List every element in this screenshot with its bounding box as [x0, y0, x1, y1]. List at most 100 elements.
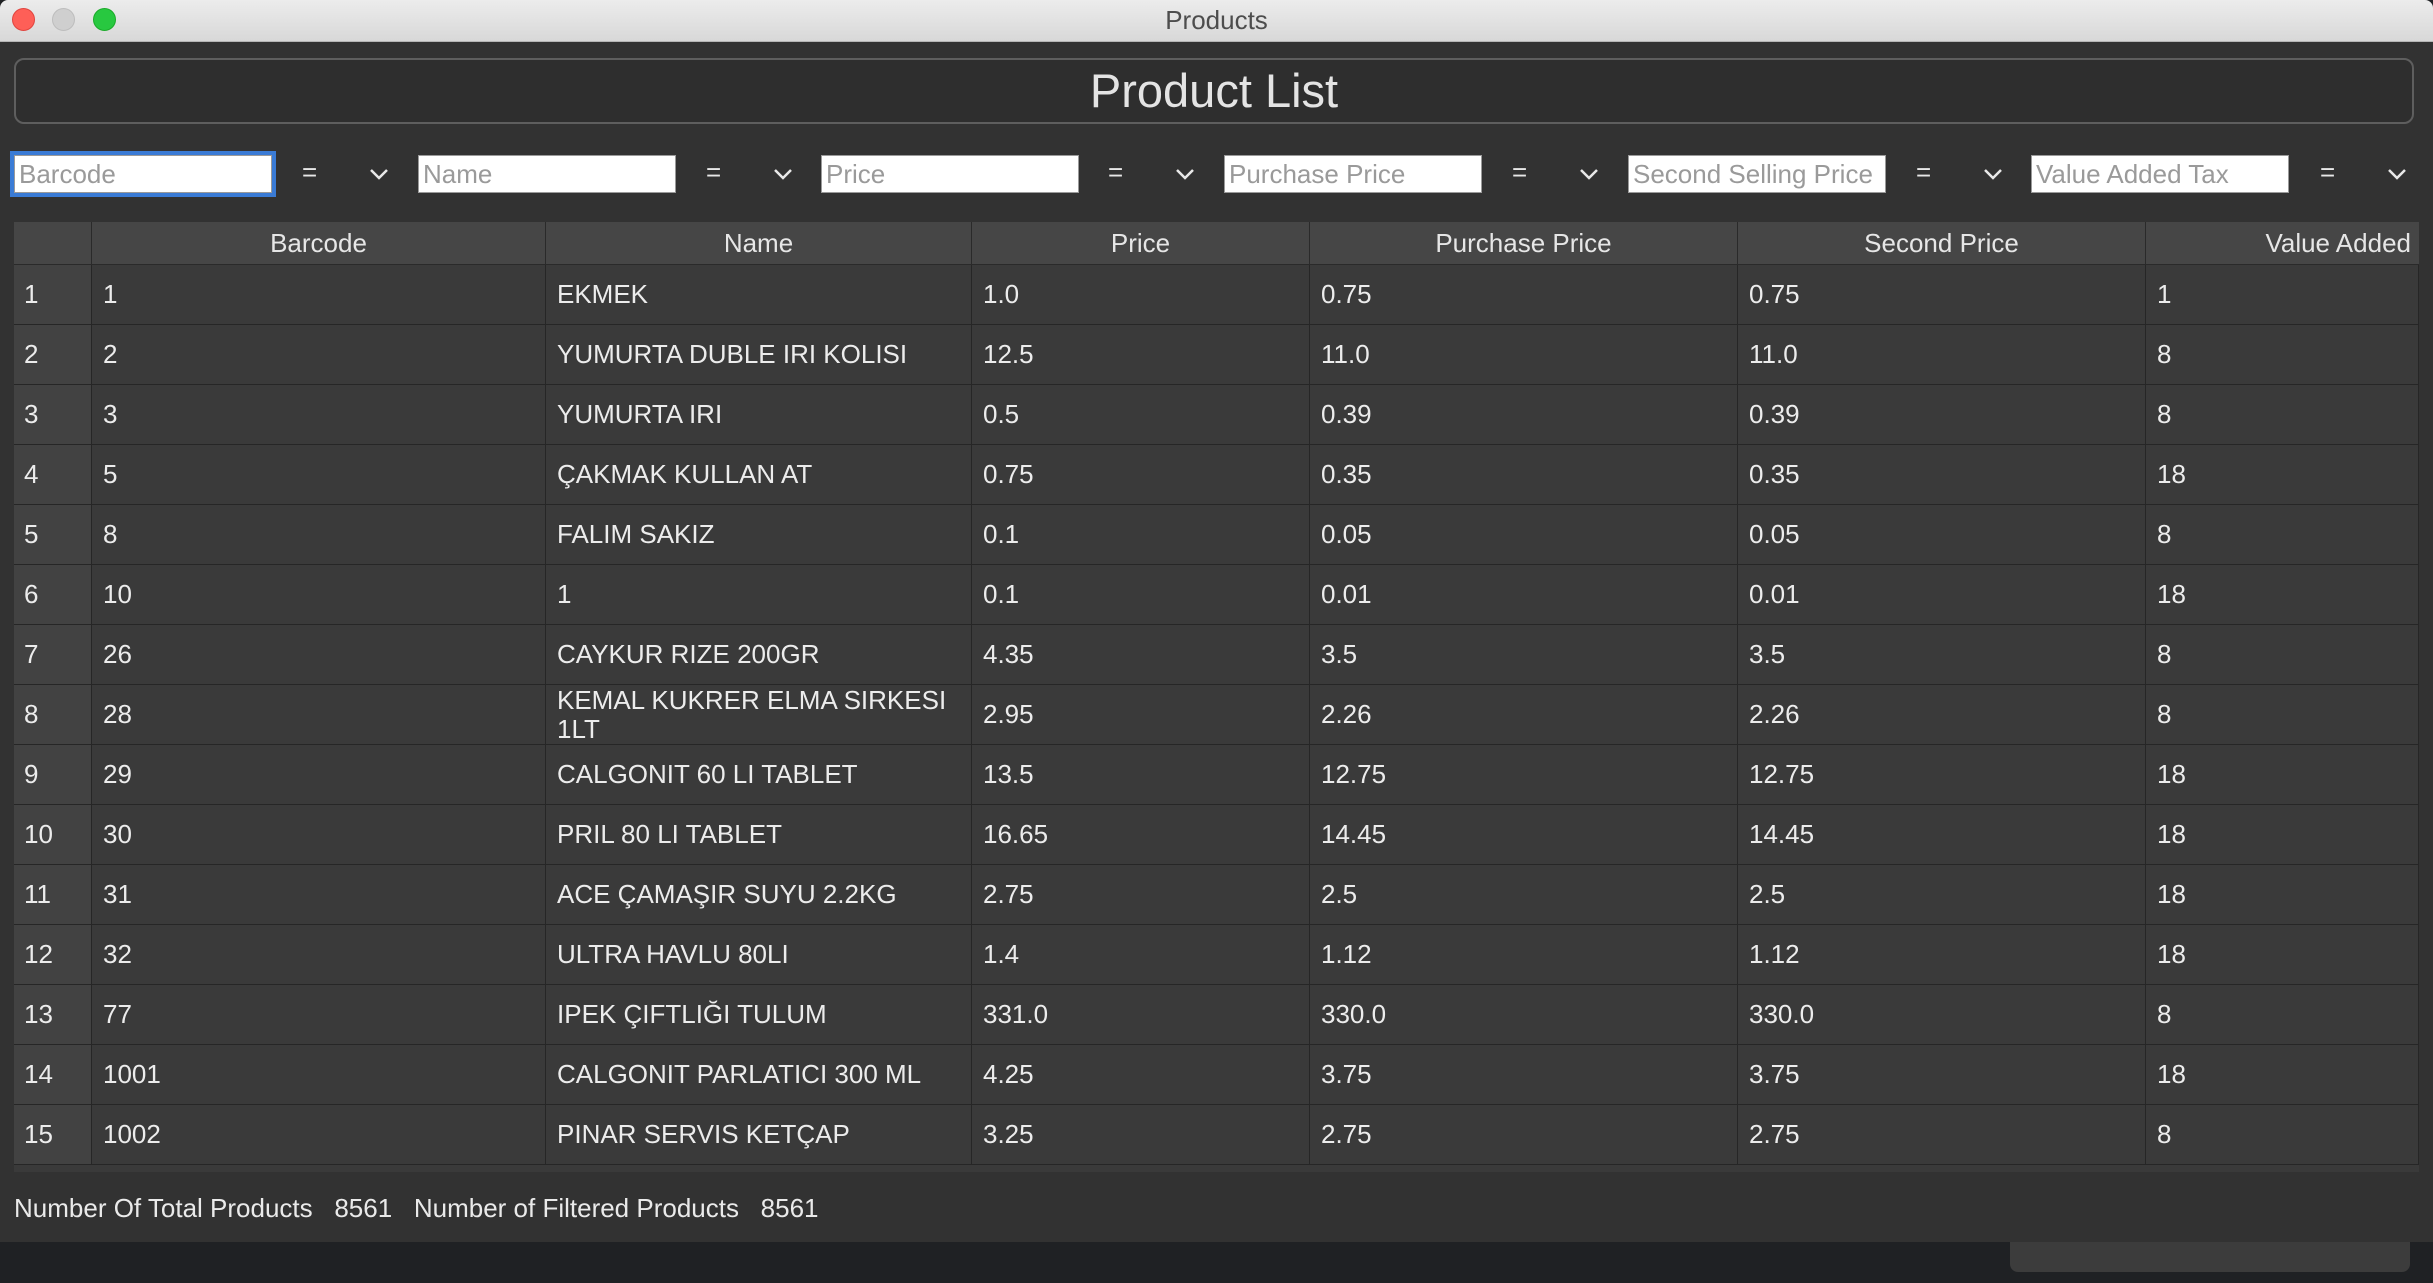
- second-price-cell[interactable]: 2.5: [1738, 865, 2146, 924]
- second-price-cell[interactable]: 0.75: [1738, 265, 2146, 324]
- name-cell[interactable]: PRIL 80 LI TABLET: [546, 805, 972, 864]
- barcode-filter-input[interactable]: [10, 151, 276, 197]
- second-price-cell[interactable]: 0.35: [1738, 445, 2146, 504]
- barcode-cell[interactable]: 32: [92, 925, 546, 984]
- name-cell[interactable]: YUMURTA IRI: [546, 385, 972, 444]
- second-price-cell[interactable]: 2.75: [1738, 1105, 2146, 1164]
- value-added-cell[interactable]: 8: [2146, 505, 2419, 564]
- name-cell[interactable]: ÇAKMAK KULLAN AT: [546, 445, 972, 504]
- price-cell[interactable]: 3.25: [972, 1105, 1310, 1164]
- barcode-cell[interactable]: 3: [92, 385, 546, 444]
- second-price-cell[interactable]: 12.75: [1738, 745, 2146, 804]
- name-cell[interactable]: 1: [546, 565, 972, 624]
- row-number-cell[interactable]: 10: [14, 805, 92, 864]
- price-cell[interactable]: 331.0: [972, 985, 1310, 1044]
- row-number-cell[interactable]: 15: [14, 1105, 92, 1164]
- barcode-cell[interactable]: 29: [92, 745, 546, 804]
- value-added-cell[interactable]: 18: [2146, 925, 2419, 984]
- price-cell[interactable]: 0.1: [972, 505, 1310, 564]
- value-added-cell[interactable]: 18: [2146, 445, 2419, 504]
- name-cell[interactable]: ULTRA HAVLU 80LI: [546, 925, 972, 984]
- second-price-cell[interactable]: 2.26: [1738, 685, 2146, 744]
- barcode-operator-select[interactable]: =: [278, 153, 396, 195]
- row-number-cell[interactable]: 6: [14, 565, 92, 624]
- second-price-operator-select[interactable]: =: [1892, 153, 2010, 195]
- row-number-cell[interactable]: 3: [14, 385, 92, 444]
- value-added-cell[interactable]: 1: [2146, 265, 2419, 324]
- barcode-cell[interactable]: 28: [92, 685, 546, 744]
- barcode-cell[interactable]: 30: [92, 805, 546, 864]
- second-price-cell[interactable]: 330.0: [1738, 985, 2146, 1044]
- table-row[interactable]: 11 31 ACE ÇAMAŞIR SUYU 2.2KG 2.75 2.5 2.5 18: [14, 865, 2419, 925]
- price-operator-select[interactable]: =: [1084, 153, 1202, 195]
- row-number-header[interactable]: [14, 222, 92, 264]
- purchase-price-cell[interactable]: 2.5: [1310, 865, 1738, 924]
- value-added-cell[interactable]: 8: [2146, 1105, 2419, 1164]
- price-cell[interactable]: 13.5: [972, 745, 1310, 804]
- row-number-cell[interactable]: 2: [14, 325, 92, 384]
- vat-operator-select[interactable]: =: [2296, 153, 2414, 195]
- table-row[interactable]: 10 30 PRIL 80 LI TABLET 16.65 14.45 14.45 18: [14, 805, 2419, 865]
- barcode-cell[interactable]: 1001: [92, 1045, 546, 1104]
- table-row[interactable]: 15 1002 PINAR SERVIS KETÇAP 3.25 2.75 2.75 8: [14, 1105, 2419, 1165]
- name-cell[interactable]: KEMAL KUKRER ELMA SIRKESI 1LT: [546, 685, 972, 744]
- price-cell[interactable]: 12.5: [972, 325, 1310, 384]
- purchase-price-operator-select[interactable]: =: [1488, 153, 1606, 195]
- purchase-price-cell[interactable]: 2.75: [1310, 1105, 1738, 1164]
- name-cell[interactable]: CAYKUR RIZE 200GR: [546, 625, 972, 684]
- vat-filter-input[interactable]: [2031, 155, 2289, 193]
- barcode-cell[interactable]: 77: [92, 985, 546, 1044]
- column-header-value-added[interactable]: Value Added: [2146, 222, 2419, 264]
- value-added-cell[interactable]: 8: [2146, 325, 2419, 384]
- barcode-cell[interactable]: 10: [92, 565, 546, 624]
- table-row[interactable]: 7 26 CAYKUR RIZE 200GR 4.35 3.5 3.5 8: [14, 625, 2419, 685]
- name-cell[interactable]: EKMEK: [546, 265, 972, 324]
- row-number-cell[interactable]: 11: [14, 865, 92, 924]
- column-header-barcode[interactable]: Barcode: [92, 222, 546, 264]
- row-number-cell[interactable]: 5: [14, 505, 92, 564]
- name-cell[interactable]: PINAR SERVIS KETÇAP: [546, 1105, 972, 1164]
- value-added-cell[interactable]: 18: [2146, 1045, 2419, 1104]
- products-table[interactable]: Barcode Name Price Purchase Price Second…: [14, 222, 2419, 1172]
- barcode-cell[interactable]: 31: [92, 865, 546, 924]
- row-number-cell[interactable]: 13: [14, 985, 92, 1044]
- second-price-cell[interactable]: 3.75: [1738, 1045, 2146, 1104]
- purchase-price-cell[interactable]: 11.0: [1310, 325, 1738, 384]
- column-header-price[interactable]: Price: [972, 222, 1310, 264]
- table-row[interactable]: 8 28 KEMAL KUKRER ELMA SIRKESI 1LT 2.95 2.26…: [14, 685, 2419, 745]
- value-added-cell[interactable]: 8: [2146, 685, 2419, 744]
- barcode-cell[interactable]: 8: [92, 505, 546, 564]
- price-cell[interactable]: 4.25: [972, 1045, 1310, 1104]
- price-cell[interactable]: 0.5: [972, 385, 1310, 444]
- second-price-cell[interactable]: 11.0: [1738, 325, 2146, 384]
- title-bar[interactable]: Products: [0, 0, 2433, 42]
- table-row[interactable]: 12 32 ULTRA HAVLU 80LI 1.4 1.12 1.12 18: [14, 925, 2419, 985]
- name-cell[interactable]: CALGONIT 60 LI TABLET: [546, 745, 972, 804]
- barcode-cell[interactable]: 1002: [92, 1105, 546, 1164]
- purchase-price-filter-input[interactable]: [1224, 155, 1482, 193]
- purchase-price-cell[interactable]: 0.35: [1310, 445, 1738, 504]
- value-added-cell[interactable]: 18: [2146, 745, 2419, 804]
- table-row[interactable]: 9 29 CALGONIT 60 LI TABLET 13.5 12.75 12.75 18: [14, 745, 2419, 805]
- price-filter-input[interactable]: [821, 155, 1079, 193]
- second-price-cell[interactable]: 1.12: [1738, 925, 2146, 984]
- row-number-cell[interactable]: 14: [14, 1045, 92, 1104]
- table-row[interactable]: 3 3 YUMURTA IRI 0.5 0.39 0.39 8: [14, 385, 2419, 445]
- name-cell[interactable]: YUMURTA DUBLE IRI KOLISI: [546, 325, 972, 384]
- table-row[interactable]: 1 1 EKMEK 1.0 0.75 0.75 1: [14, 265, 2419, 325]
- row-number-cell[interactable]: 1: [14, 265, 92, 324]
- value-added-cell[interactable]: 18: [2146, 565, 2419, 624]
- column-header-name[interactable]: Name: [546, 222, 972, 264]
- name-filter-input[interactable]: [418, 155, 676, 193]
- price-cell[interactable]: 4.35: [972, 625, 1310, 684]
- purchase-price-cell[interactable]: 330.0: [1310, 985, 1738, 1044]
- price-cell[interactable]: 2.95: [972, 685, 1310, 744]
- name-operator-select[interactable]: =: [682, 153, 800, 195]
- second-price-cell[interactable]: 3.5: [1738, 625, 2146, 684]
- name-cell[interactable]: ACE ÇAMAŞIR SUYU 2.2KG: [546, 865, 972, 924]
- row-number-cell[interactable]: 4: [14, 445, 92, 504]
- second-price-cell[interactable]: 0.39: [1738, 385, 2146, 444]
- purchase-price-cell[interactable]: 14.45: [1310, 805, 1738, 864]
- table-row[interactable]: 2 2 YUMURTA DUBLE IRI KOLISI 12.5 11.0 11.0 8: [14, 325, 2419, 385]
- price-cell[interactable]: 2.75: [972, 865, 1310, 924]
